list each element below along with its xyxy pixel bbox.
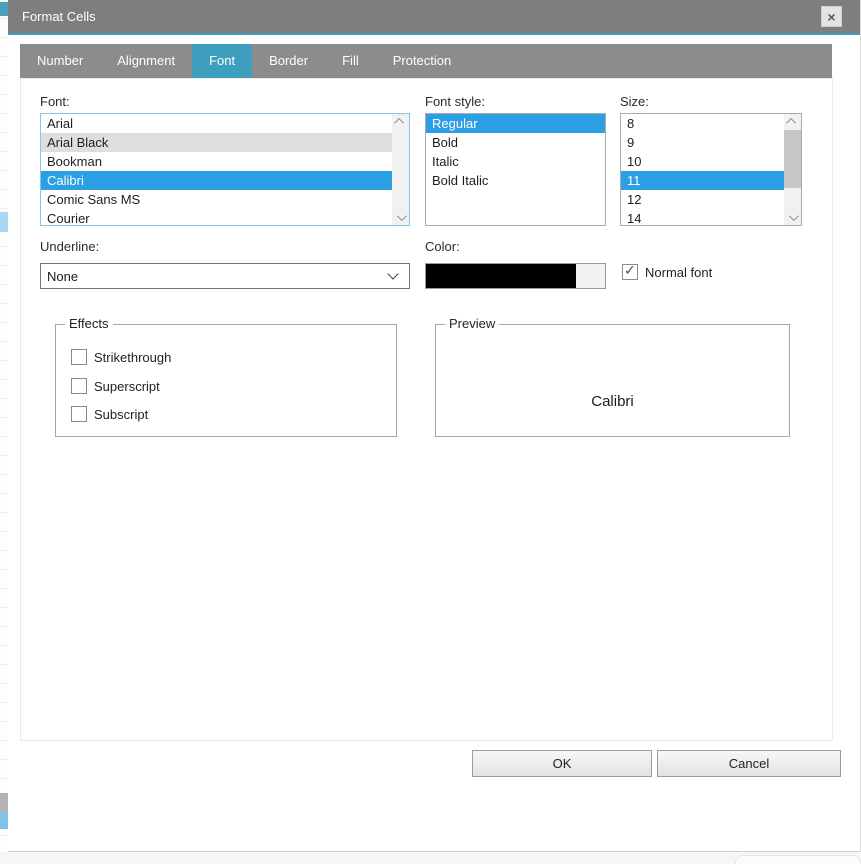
- normal-font-label: Normal font: [645, 265, 712, 280]
- cancel-button[interactable]: Cancel: [657, 750, 841, 777]
- dialog-titlebar[interactable]: Format Cells ×: [8, 0, 860, 33]
- tab-alignment[interactable]: Alignment: [100, 44, 192, 78]
- size-list: 8910111214: [620, 113, 802, 226]
- size-list-scrollbar[interactable]: [784, 114, 801, 225]
- strikethrough-label: Strikethrough: [94, 350, 171, 365]
- effects-legend: Effects: [65, 316, 113, 331]
- tab-number[interactable]: Number: [20, 44, 100, 78]
- font-list-scrollbar[interactable]: [392, 114, 409, 225]
- list-item[interactable]: Arial Black: [41, 133, 392, 152]
- scrollbar-thumb[interactable]: [784, 130, 801, 188]
- list-item[interactable]: 11: [621, 171, 784, 190]
- list-item[interactable]: Regular: [426, 114, 605, 133]
- ok-button[interactable]: OK: [472, 750, 652, 777]
- font-style-list: RegularBoldItalicBold Italic: [425, 113, 606, 226]
- list-item[interactable]: 9: [621, 133, 784, 152]
- underline-dropdown[interactable]: None: [40, 263, 410, 289]
- background-fragment: [0, 2, 8, 16]
- list-item[interactable]: Comic Sans MS: [41, 190, 392, 209]
- subscript-checkbox[interactable]: [71, 406, 87, 422]
- background-fragment: [0, 812, 8, 829]
- tab-protection[interactable]: Protection: [376, 44, 469, 78]
- list-item[interactable]: Calibri: [41, 171, 392, 190]
- scroll-up-icon[interactable]: [392, 114, 409, 129]
- font-list: ArialArial BlackBookmanCalibriComic Sans…: [40, 113, 410, 226]
- color-label: Color:: [425, 239, 460, 254]
- list-item[interactable]: Bold: [426, 133, 605, 152]
- font-label: Font:: [40, 94, 70, 109]
- scroll-up-icon[interactable]: [784, 114, 801, 129]
- chevron-down-icon: [387, 268, 398, 279]
- list-item[interactable]: 10: [621, 152, 784, 171]
- list-item[interactable]: Arial: [41, 114, 392, 133]
- preview-groupbox: Preview Calibri: [435, 324, 790, 437]
- list-item[interactable]: 14: [621, 209, 784, 226]
- underline-label: Underline:: [40, 239, 99, 254]
- list-item[interactable]: Italic: [426, 152, 605, 171]
- color-picker[interactable]: [425, 263, 606, 289]
- format-cells-dialog: Format Cells × Number Alignment Font Bor…: [8, 0, 861, 852]
- preview-legend: Preview: [445, 316, 499, 331]
- background-popup-corner: [735, 855, 861, 864]
- preview-sample-text: Calibri: [436, 393, 789, 410]
- tab-border[interactable]: Border: [252, 44, 325, 78]
- normal-font-checkbox[interactable]: [622, 264, 638, 280]
- strikethrough-checkbox[interactable]: [71, 349, 87, 365]
- size-list-items: 8910111214: [621, 114, 784, 225]
- underline-value: None: [41, 269, 389, 284]
- background-fragment: [0, 793, 8, 812]
- titlebar-accent-line: [8, 33, 860, 35]
- tab-bar: Number Alignment Font Border Fill Protec…: [20, 44, 832, 78]
- tab-fill[interactable]: Fill: [325, 44, 376, 78]
- superscript-label: Superscript: [94, 379, 160, 394]
- effects-groupbox: Effects Strikethrough Superscript Subscr…: [55, 324, 397, 437]
- color-swatch: [426, 264, 576, 288]
- list-item[interactable]: Bookman: [41, 152, 392, 171]
- close-icon[interactable]: ×: [821, 6, 842, 27]
- list-item[interactable]: Bold Italic: [426, 171, 605, 190]
- tab-font[interactable]: Font: [192, 44, 252, 78]
- scroll-down-icon[interactable]: [784, 210, 801, 225]
- superscript-checkbox-row[interactable]: Superscript: [71, 378, 160, 394]
- scroll-down-icon[interactable]: [392, 210, 409, 225]
- list-item[interactable]: 8: [621, 114, 784, 133]
- superscript-checkbox[interactable]: [71, 378, 87, 394]
- background-bottom-strip: [0, 852, 861, 864]
- font-list-items: ArialArial BlackBookmanCalibriComic Sans…: [41, 114, 392, 225]
- dialog-title: Format Cells: [22, 0, 96, 33]
- subscript-label: Subscript: [94, 407, 148, 422]
- size-label: Size:: [620, 94, 649, 109]
- subscript-checkbox-row[interactable]: Subscript: [71, 406, 148, 422]
- list-item[interactable]: 12: [621, 190, 784, 209]
- background-fragment: [0, 212, 8, 232]
- background-app-strip: [0, 0, 8, 864]
- font-style-label: Font style:: [425, 94, 485, 109]
- strikethrough-checkbox-row[interactable]: Strikethrough: [71, 349, 171, 365]
- normal-font-checkbox-row[interactable]: Normal font: [622, 264, 712, 280]
- font-style-list-items: RegularBoldItalicBold Italic: [426, 114, 605, 225]
- list-item[interactable]: Courier: [41, 209, 392, 226]
